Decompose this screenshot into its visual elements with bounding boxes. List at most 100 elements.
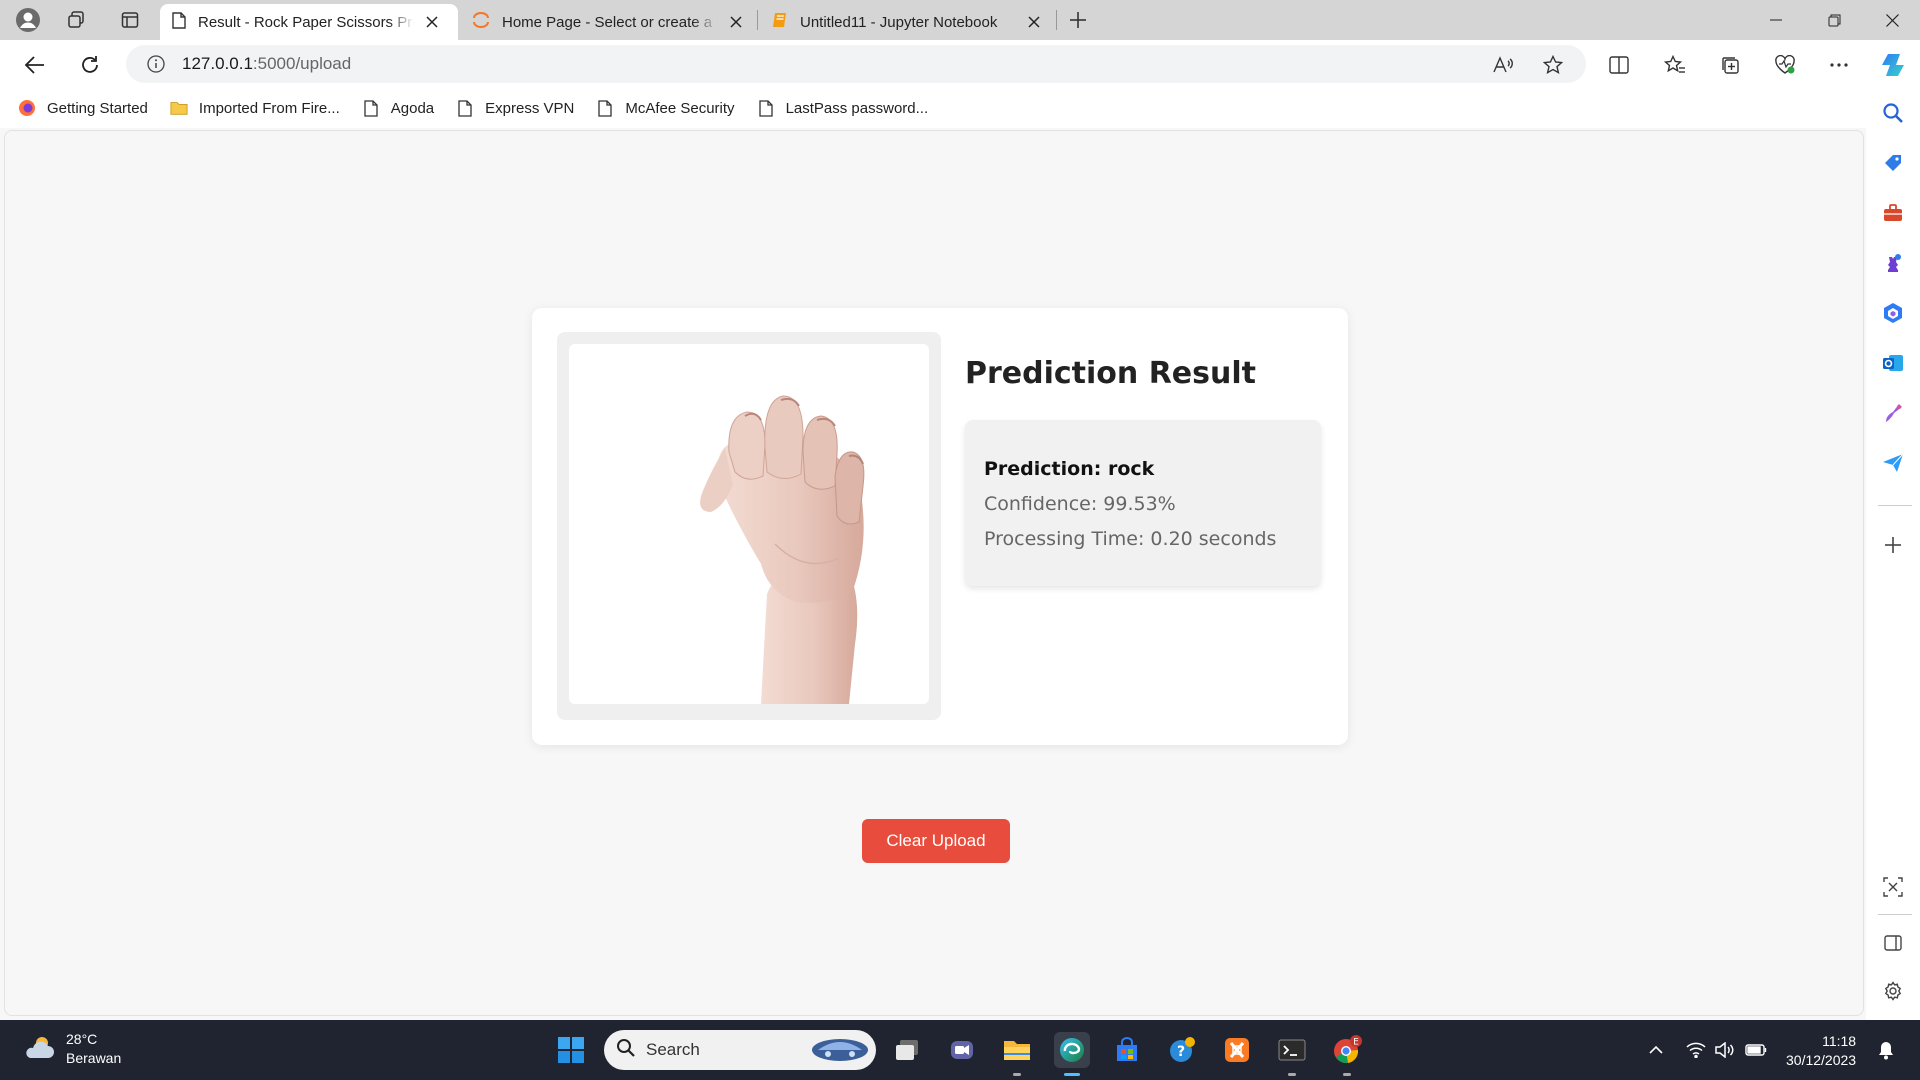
close-tab-icon[interactable] [424, 14, 440, 30]
send-icon[interactable] [1880, 450, 1906, 476]
favorite-lastpass[interactable]: LastPass password... [757, 99, 928, 117]
vertical-tabs-icon[interactable] [116, 6, 144, 34]
cloud-sun-icon [22, 1032, 56, 1067]
windows-taskbar: 28°C Berawan Search ? E 11:18 30/12/2023 [0, 1020, 1920, 1080]
system-clock[interactable]: 11:18 30/12/2023 [1786, 1032, 1856, 1070]
sidebar-settings-icon[interactable] [1880, 978, 1906, 1004]
running-indicator [1343, 1073, 1351, 1076]
favorites-bar: Getting Started Imported From Fire... Ag… [0, 88, 1880, 128]
file-explorer-icon[interactable] [999, 1032, 1035, 1076]
page-icon [362, 99, 380, 117]
refresh-icon[interactable] [75, 50, 105, 80]
tab-home-page[interactable]: Home Page - Select or create a notebook [460, 4, 758, 40]
task-view-icon[interactable] [889, 1032, 925, 1068]
tab-separator [757, 10, 758, 30]
back-icon[interactable] [20, 50, 50, 80]
read-aloud-icon[interactable] [1492, 54, 1514, 76]
workspaces-icon[interactable] [62, 6, 90, 34]
page-icon [757, 99, 775, 117]
tab-jupyter-notebook[interactable]: Untitled11 - Jupyter Notebook [760, 4, 1058, 40]
restore-icon[interactable] [1806, 0, 1862, 40]
profile-icon[interactable] [14, 6, 42, 34]
confidence-label: Confidence: 99.53% [984, 493, 1176, 515]
favorite-imported-folder[interactable]: Imported From Fire... [170, 99, 340, 117]
tools-icon[interactable] [1880, 200, 1906, 226]
favorite-express-vpn[interactable]: Express VPN [456, 99, 574, 117]
favorite-mcafee-security[interactable]: McAfee Security [596, 99, 735, 117]
search-highlight-icon [808, 1032, 872, 1069]
url-text[interactable]: 127.0.0.1:5000/upload [182, 54, 351, 74]
running-indicator [1013, 1073, 1021, 1076]
designer-icon[interactable] [1880, 400, 1906, 426]
active-indicator [1064, 1073, 1080, 1076]
terminal-icon[interactable] [1274, 1032, 1310, 1076]
wifi-icon[interactable] [1684, 1038, 1708, 1062]
favorite-label: McAfee Security [625, 99, 735, 117]
minimize-icon[interactable] [1748, 0, 1804, 40]
favorite-label: Agoda [390, 99, 435, 117]
start-icon[interactable] [553, 1032, 589, 1068]
firefox-icon [18, 99, 36, 117]
collections-icon[interactable] [1715, 50, 1745, 80]
clear-upload-button[interactable]: Clear Upload [862, 819, 1010, 863]
weather-description: Berawan [66, 1050, 122, 1066]
chrome-profile-badge: E [1353, 1038, 1359, 1048]
search-icon [616, 1038, 636, 1063]
favorite-star-icon[interactable] [1542, 54, 1564, 76]
shopping-tag-icon[interactable] [1880, 150, 1906, 176]
tab-title: Untitled11 - Jupyter Notebook [800, 13, 998, 31]
notification-bell-icon[interactable] [1874, 1038, 1898, 1062]
prediction-label: Prediction: rock [984, 458, 1155, 480]
edge-icon[interactable] [1054, 1032, 1090, 1076]
xampp-icon[interactable] [1219, 1032, 1255, 1068]
url-host: 127.0.0.1 [182, 54, 253, 73]
outlook-icon[interactable] [1880, 350, 1906, 376]
weather-widget[interactable]: 28°C Berawan [22, 1030, 121, 1068]
microsoft-store-icon[interactable] [1109, 1032, 1145, 1068]
svg-text:?: ? [1177, 1044, 1185, 1060]
sidebar-separator [1878, 505, 1912, 506]
weather-temperature: 28°C [66, 1031, 98, 1047]
new-tab-icon[interactable] [1064, 6, 1092, 34]
show-hidden-icons-icon[interactable] [1644, 1038, 1668, 1062]
page-icon [456, 99, 474, 117]
uploaded-image-frame [557, 332, 941, 720]
search-icon[interactable] [1880, 100, 1906, 126]
add-icon[interactable] [1880, 532, 1906, 558]
taskbar-search[interactable]: Search [604, 1030, 876, 1070]
hide-sidebar-icon[interactable] [1880, 930, 1906, 956]
battery-icon[interactable] [1744, 1038, 1768, 1062]
copilot-icon[interactable] [1878, 50, 1908, 80]
favorite-agoda[interactable]: Agoda [362, 99, 434, 117]
chrome-icon[interactable]: E [1329, 1032, 1365, 1076]
favorite-getting-started[interactable]: Getting Started [18, 99, 148, 117]
page-viewport: Prediction Result Prediction: rock Confi… [4, 130, 1864, 1016]
close-tab-icon[interactable] [728, 14, 744, 30]
tab-result[interactable]: Result - Rock Paper Scissors Prediction [160, 4, 458, 40]
close-tab-icon[interactable] [1026, 14, 1042, 30]
settings-more-icon[interactable] [1824, 50, 1854, 80]
favorites-icon[interactable] [1660, 50, 1690, 80]
clock-date: 30/12/2023 [1786, 1052, 1857, 1068]
screenshot-icon[interactable] [1880, 874, 1906, 900]
url-path: :5000/upload [252, 54, 352, 73]
jupyter-icon [472, 11, 490, 33]
notebook-icon [772, 11, 788, 33]
split-screen-icon[interactable] [1604, 50, 1634, 80]
games-icon[interactable] [1880, 250, 1906, 276]
browser-essentials-icon[interactable] [1770, 50, 1800, 80]
result-card: Prediction Result Prediction: rock Confi… [532, 308, 1348, 745]
teams-icon[interactable] [944, 1032, 980, 1068]
uploaded-hand-image [569, 344, 929, 704]
get-help-icon[interactable]: ? [1164, 1032, 1200, 1068]
site-info-icon[interactable] [146, 54, 166, 74]
microsoft-365-icon[interactable] [1880, 300, 1906, 326]
page-icon [172, 11, 186, 33]
favorite-label: Getting Started [47, 99, 148, 117]
browser-toolbar: 127.0.0.1:5000/upload [0, 40, 1920, 88]
volume-icon[interactable] [1712, 1038, 1736, 1062]
close-window-icon[interactable] [1864, 0, 1920, 40]
tab-separator [1056, 10, 1057, 30]
clock-time: 11:18 [1822, 1033, 1857, 1049]
address-bar[interactable]: 127.0.0.1:5000/upload [126, 45, 1586, 83]
